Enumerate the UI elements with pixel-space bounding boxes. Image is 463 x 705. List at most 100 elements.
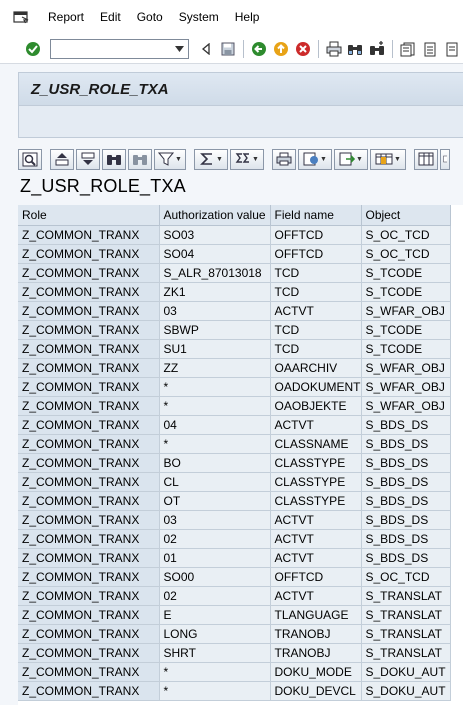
cell-field-name[interactable]: TLANGUAGE — [270, 605, 362, 625]
table-row[interactable]: Z_COMMON_TRANX E TLANGUAGE S_TRANSLAT — [18, 605, 451, 625]
export-button[interactable]: ▼ — [334, 148, 368, 170]
filter-button[interactable]: ▼ — [154, 148, 186, 170]
cell-role[interactable]: Z_COMMON_TRANX — [18, 415, 160, 435]
cell-authorization-value[interactable]: ZZ — [159, 358, 271, 378]
cell-authorization-value[interactable]: * — [159, 662, 271, 682]
cell-object[interactable]: S_TCODE — [361, 263, 451, 283]
cell-role[interactable]: Z_COMMON_TRANX — [18, 491, 160, 511]
cell-object[interactable]: S_BDS_DS — [361, 491, 451, 511]
cell-authorization-value[interactable]: SO00 — [159, 567, 271, 587]
cell-role[interactable]: Z_COMMON_TRANX — [18, 472, 160, 492]
menu-help[interactable]: Help — [235, 10, 260, 24]
table-row[interactable]: Z_COMMON_TRANX LONG TRANOBJ S_TRANSLAT — [18, 624, 451, 644]
cell-field-name[interactable]: TRANOBJ — [270, 643, 362, 663]
cell-field-name[interactable]: ACTVT — [270, 529, 362, 549]
cell-field-name[interactable]: ACTVT — [270, 548, 362, 568]
cell-object[interactable]: S_OC_TCD — [361, 567, 451, 587]
find-button[interactable] — [102, 148, 126, 170]
table-row[interactable]: Z_COMMON_TRANX 02 ACTVT S_TRANSLAT — [18, 586, 451, 606]
cell-authorization-value[interactable]: 03 — [159, 510, 271, 530]
cell-authorization-value[interactable]: 02 — [159, 586, 271, 606]
cell-object[interactable]: S_WFAR_OBJ — [361, 301, 451, 321]
sort-ascending-button[interactable] — [50, 148, 74, 170]
cell-role[interactable]: Z_COMMON_TRANX — [18, 548, 160, 568]
cell-role[interactable]: Z_COMMON_TRANX — [18, 339, 160, 359]
details-button[interactable] — [18, 148, 42, 170]
table-row[interactable]: Z_COMMON_TRANX 01 ACTVT S_BDS_DS — [18, 548, 451, 568]
cell-object[interactable]: S_BDS_DS — [361, 529, 451, 549]
cell-role[interactable]: Z_COMMON_TRANX — [18, 282, 160, 302]
table-row[interactable]: Z_COMMON_TRANX * OADOKUMENT S_WFAR_OBJ — [18, 377, 451, 397]
cell-object[interactable]: S_BDS_DS — [361, 453, 451, 473]
table-row[interactable]: Z_COMMON_TRANX OT CLASSTYPE S_BDS_DS — [18, 491, 451, 511]
command-input[interactable] — [50, 39, 171, 58]
cell-field-name[interactable]: CLASSTYPE — [270, 472, 362, 492]
cell-role[interactable]: Z_COMMON_TRANX — [18, 434, 160, 454]
cell-object[interactable]: S_WFAR_OBJ — [361, 396, 451, 416]
cell-field-name[interactable]: OAARCHIV — [270, 358, 362, 378]
enter-button[interactable] — [22, 38, 44, 60]
cell-authorization-value[interactable]: * — [159, 681, 271, 701]
cell-role[interactable]: Z_COMMON_TRANX — [18, 510, 160, 530]
command-field[interactable] — [49, 38, 190, 59]
table-row[interactable]: Z_COMMON_TRANX ZK1 TCD S_TCODE — [18, 282, 451, 302]
previous-page-button[interactable] — [419, 38, 441, 60]
cell-authorization-value[interactable]: * — [159, 377, 271, 397]
table-row[interactable]: Z_COMMON_TRANX S_ALR_87013018 TCD S_TCODE — [18, 263, 451, 283]
views-button[interactable]: ▼ — [298, 148, 332, 170]
table-row[interactable]: Z_COMMON_TRANX BO CLASSTYPE S_BDS_DS — [18, 453, 451, 473]
table-row[interactable]: Z_COMMON_TRANX 03 ACTVT S_WFAR_OBJ — [18, 301, 451, 321]
cell-object[interactable]: S_DOKU_AUT — [361, 662, 451, 682]
cell-authorization-value[interactable]: SO04 — [159, 244, 271, 264]
cell-object[interactable]: S_TRANSLAT — [361, 586, 451, 606]
cell-object[interactable]: S_TRANSLAT — [361, 605, 451, 625]
cell-object[interactable]: S_TCODE — [361, 339, 451, 359]
chevron-down-icon[interactable] — [172, 42, 186, 56]
column-header-field-name[interactable]: Field name — [270, 205, 362, 226]
next-page-button[interactable] — [441, 38, 463, 60]
cell-object[interactable]: S_BDS_DS — [361, 415, 451, 435]
cell-role[interactable]: Z_COMMON_TRANX — [18, 244, 160, 264]
cell-role[interactable]: Z_COMMON_TRANX — [18, 624, 160, 644]
cell-role[interactable]: Z_COMMON_TRANX — [18, 681, 160, 701]
cell-object[interactable]: S_TRANSLAT — [361, 643, 451, 663]
more-button[interactable] — [440, 148, 450, 170]
cell-authorization-value[interactable]: 01 — [159, 548, 271, 568]
cell-authorization-value[interactable]: LONG — [159, 624, 271, 644]
cell-authorization-value[interactable]: * — [159, 434, 271, 454]
cell-object[interactable]: S_TCODE — [361, 282, 451, 302]
save-button[interactable] — [217, 38, 239, 60]
cell-object[interactable]: S_OC_TCD — [361, 244, 451, 264]
print-button[interactable] — [323, 38, 345, 60]
cell-object[interactable]: S_OC_TCD — [361, 225, 451, 245]
find-next-button[interactable] — [366, 38, 388, 60]
cell-role[interactable]: Z_COMMON_TRANX — [18, 377, 160, 397]
cell-role[interactable]: Z_COMMON_TRANX — [18, 662, 160, 682]
cell-authorization-value[interactable]: SO03 — [159, 225, 271, 245]
sort-descending-button[interactable] — [76, 148, 100, 170]
cell-field-name[interactable]: DOKU_DEVCL — [270, 681, 362, 701]
cell-object[interactable]: S_TCODE — [361, 320, 451, 340]
cell-authorization-value[interactable]: BO — [159, 453, 271, 473]
cell-object[interactable]: S_TRANSLAT — [361, 624, 451, 644]
cell-authorization-value[interactable]: SHRT — [159, 643, 271, 663]
table-row[interactable]: Z_COMMON_TRANX * DOKU_DEVCL S_DOKU_AUT — [18, 681, 451, 701]
cell-field-name[interactable]: ACTVT — [270, 415, 362, 435]
find-next-button[interactable] — [128, 148, 152, 170]
subtotal-button[interactable]: ▼ — [230, 148, 264, 170]
layout-button[interactable]: ▼ — [370, 148, 406, 170]
first-page-button[interactable] — [397, 38, 419, 60]
cell-authorization-value[interactable]: S_ALR_87013018 — [159, 263, 271, 283]
table-row[interactable]: Z_COMMON_TRANX SO03 OFFTCD S_OC_TCD — [18, 225, 451, 245]
cell-role[interactable]: Z_COMMON_TRANX — [18, 358, 160, 378]
column-header-authorization-value[interactable]: Authorization value — [159, 205, 271, 226]
table-row[interactable]: Z_COMMON_TRANX SHRT TRANOBJ S_TRANSLAT — [18, 643, 451, 663]
table-row[interactable]: Z_COMMON_TRANX SO00 OFFTCD S_OC_TCD — [18, 567, 451, 587]
cell-field-name[interactable]: TCD — [270, 263, 362, 283]
column-header-object[interactable]: Object — [361, 205, 451, 226]
print-preview-button[interactable] — [272, 148, 296, 170]
table-row[interactable]: Z_COMMON_TRANX SO04 OFFTCD S_OC_TCD — [18, 244, 451, 264]
cell-object[interactable]: S_WFAR_OBJ — [361, 377, 451, 397]
cell-field-name[interactable]: ACTVT — [270, 510, 362, 530]
table-row[interactable]: Z_COMMON_TRANX SBWP TCD S_TCODE — [18, 320, 451, 340]
